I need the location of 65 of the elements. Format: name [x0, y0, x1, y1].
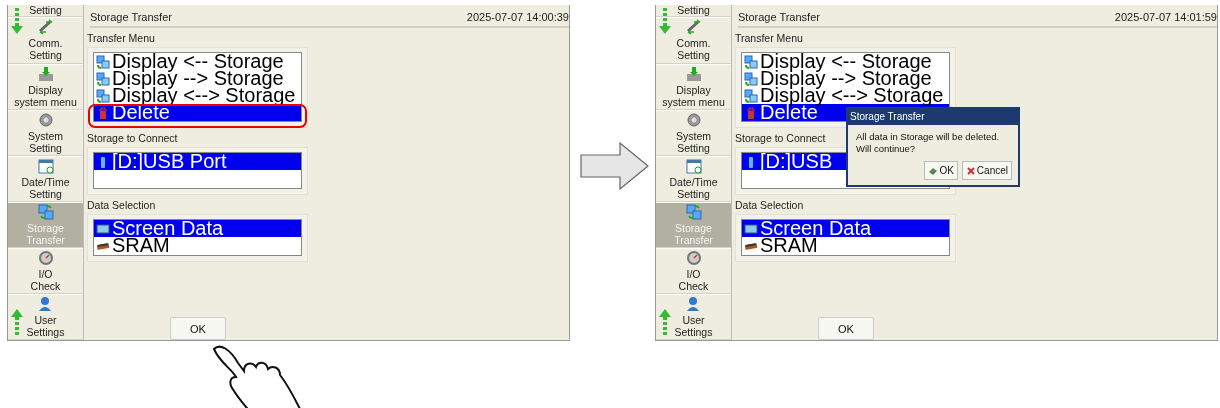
- scroll-up-icon: [11, 307, 23, 337]
- cancel-button[interactable]: Cancel: [961, 161, 1012, 180]
- ok-button[interactable]: OK: [170, 317, 226, 340]
- user-icon: [685, 295, 702, 312]
- sidebar-item[interactable]: Date/Time Setting: [8, 155, 83, 202]
- download-icon: [685, 65, 702, 82]
- list-item[interactable]: Display <--> Storage: [742, 87, 949, 104]
- download-icon: [37, 65, 54, 82]
- gauge-icon: [37, 249, 54, 266]
- sidebar-item[interactable]: Display system menu: [656, 63, 731, 110]
- gear-icon: [37, 111, 54, 128]
- section-label: Data Selection: [87, 199, 156, 211]
- date-time: 2025-07-07 14:01:59: [1114, 11, 1217, 23]
- list-item[interactable]: Screen Data: [94, 220, 301, 237]
- section-label: Storage to Connect: [87, 132, 178, 144]
- scroll-up-icon: [659, 307, 671, 337]
- list-item[interactable]: Display <-- Storage: [742, 53, 949, 70]
- screen-title: Storage Transfer: [738, 11, 820, 23]
- list-item[interactable]: [D:]USB Port: [94, 153, 301, 170]
- list-item[interactable]: SRAM: [94, 237, 301, 254]
- arrow-drawing: [580, 141, 650, 191]
- screen-title: Storage Transfer: [90, 11, 172, 23]
- monitor-icon: [744, 221, 758, 236]
- gauge-icon: [685, 249, 702, 266]
- sidebar-item[interactable]: System Setting: [656, 109, 731, 156]
- ok-button[interactable]: OK: [924, 161, 958, 180]
- date-time: 2025-07-07 14:00:39: [466, 11, 569, 23]
- user-icon: [37, 295, 54, 312]
- list-item[interactable]: SRAM: [742, 237, 949, 254]
- transfer-icon: [744, 71, 758, 86]
- section-label: Data Selection: [735, 199, 804, 211]
- section-label: Transfer Menu: [735, 32, 803, 44]
- sidebar-item[interactable]: Setting: [656, 5, 731, 18]
- sidebar-item[interactable]: I/O Check: [8, 247, 83, 294]
- section-label: Transfer Menu: [87, 32, 155, 44]
- transfer-icon: [96, 71, 110, 86]
- list-item[interactable]: Display --> Storage: [94, 70, 301, 87]
- cable-icon: [37, 19, 54, 36]
- dialog-title: Storage Transfer: [848, 109, 1018, 125]
- dialog-message: All data in Storage will be deleted. Will continue?: [855, 130, 1001, 156]
- section-label: Storage to Connect: [735, 132, 826, 144]
- transfer-icon: [96, 88, 110, 103]
- ok-button[interactable]: OK: [818, 317, 874, 340]
- trash-icon: [96, 105, 110, 120]
- trash-icon: [744, 105, 758, 120]
- sync-icon: [685, 203, 702, 220]
- sidebar-item[interactable]: Display system menu: [8, 63, 83, 110]
- monitor-icon: [96, 221, 110, 236]
- transfer-icon: [96, 54, 110, 69]
- calendar-icon: [685, 157, 702, 174]
- list-item[interactable]: Display --> Storage: [742, 70, 949, 87]
- cross-icon: [965, 165, 976, 176]
- cable-icon: [685, 19, 702, 36]
- sidebar-item[interactable]: Setting: [8, 5, 83, 18]
- list-item[interactable]: Screen Data: [742, 220, 949, 237]
- calendar-icon: [37, 157, 54, 174]
- sync-icon: [37, 203, 54, 220]
- sidebar-item[interactable]: I/O Check: [656, 247, 731, 294]
- gear-icon: [685, 111, 702, 128]
- transfer-icon: [744, 88, 758, 103]
- list-item[interactable]: Display <--> Storage: [94, 87, 301, 104]
- list-item[interactable]: Display <-- Storage: [94, 53, 301, 70]
- transfer-icon: [744, 54, 758, 69]
- sidebar-item[interactable]: System Setting: [8, 109, 83, 156]
- sidebar-item[interactable]: Date/Time Setting: [656, 155, 731, 202]
